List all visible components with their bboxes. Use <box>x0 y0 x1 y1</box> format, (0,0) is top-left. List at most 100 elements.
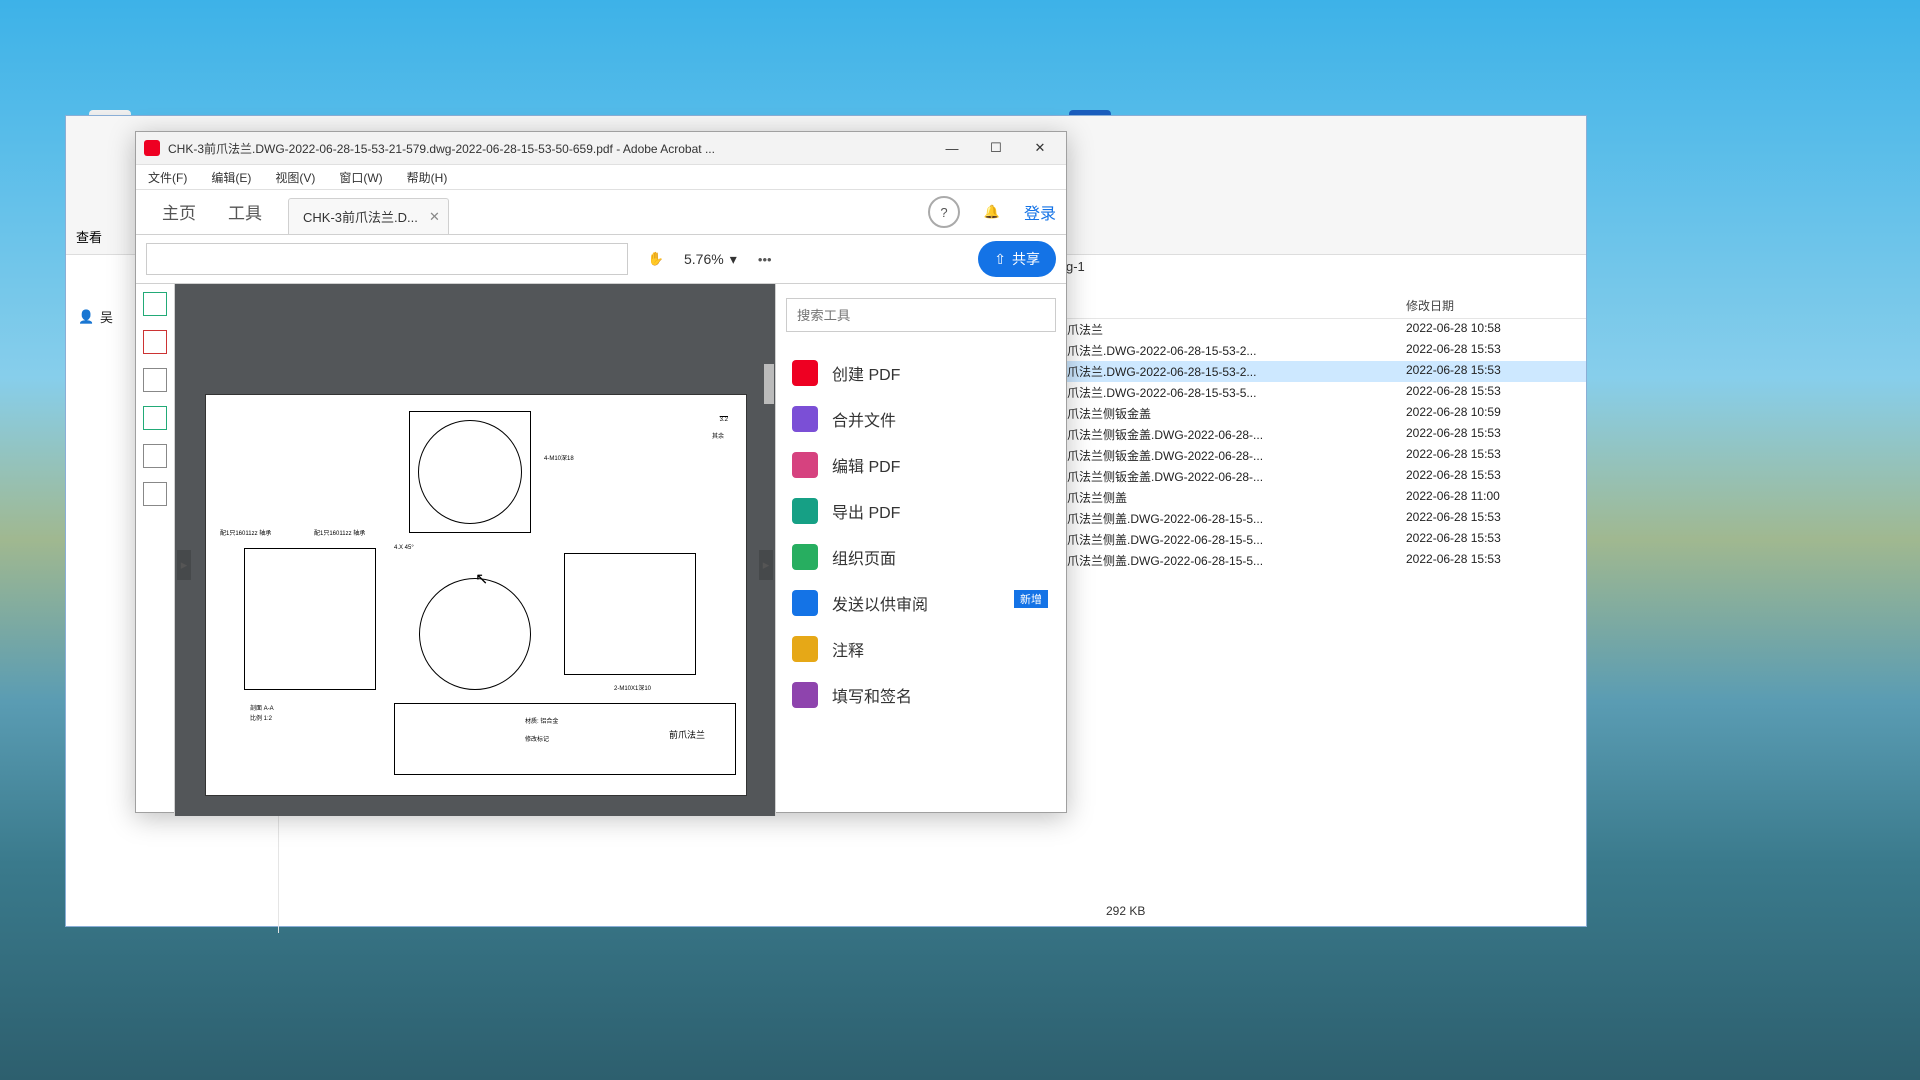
tool-item[interactable]: 发送以供审阅 新增 <box>786 580 1056 626</box>
find-input[interactable] <box>146 243 628 275</box>
chevron-down-icon: ▾ <box>730 251 737 268</box>
close-button[interactable]: ✕ <box>1018 132 1062 164</box>
bell-icon[interactable]: 🔔 <box>978 198 1006 226</box>
expand-right-icon[interactable]: ▸ <box>759 550 773 580</box>
zoom-value: 5.76% <box>684 251 724 267</box>
rail-icon-6[interactable] <box>143 482 167 506</box>
file-date: 2022-06-28 15:53 <box>1406 531 1586 548</box>
tool-label: 注释 <box>832 637 864 661</box>
file-date: 2022-06-28 15:53 <box>1406 426 1586 443</box>
hand-tool-icon[interactable]: ✋ <box>642 245 670 273</box>
tool-item[interactable]: 导出 PDF <box>786 488 1056 534</box>
tool-icon <box>792 590 818 616</box>
tool-item[interactable]: 创建 PDF <box>786 350 1056 396</box>
menu-window[interactable]: 窗口(W) <box>333 167 388 188</box>
tool-item[interactable]: 合并文件 <box>786 396 1056 442</box>
menu-edit[interactable]: 编辑(E) <box>205 167 257 188</box>
tool-item[interactable]: 组织页面 <box>786 534 1056 580</box>
tool-item[interactable]: 编辑 PDF <box>786 442 1056 488</box>
maximize-button[interactable]: ☐ <box>974 132 1018 164</box>
part-name: 前爪法兰 <box>669 728 705 741</box>
user-icon: 👤 <box>78 309 94 325</box>
new-badge: 新增 <box>1014 590 1048 608</box>
tab-document-label: CHK-3前爪法兰.D... <box>303 210 418 225</box>
login-link[interactable]: 登录 <box>1024 200 1056 224</box>
technical-drawing: 4-M10深18 3.2 其余 配1只16011zz 轴承 配1只16011zz… <box>214 403 738 787</box>
file-date: 2022-06-28 15:53 <box>1406 363 1586 380</box>
tabbar: 主页 工具 CHK-3前爪法兰.D... ✕ ? 🔔 登录 <box>136 190 1066 235</box>
file-date: 2022-06-28 15:53 <box>1406 447 1586 464</box>
tool-icon <box>792 544 818 570</box>
col-date[interactable]: 修改日期 <box>1406 297 1586 314</box>
help-icon[interactable]: ? <box>928 196 960 228</box>
tab-tools[interactable]: 工具 <box>212 189 278 234</box>
file-date: 2022-06-28 15:53 <box>1406 552 1586 569</box>
tool-label: 组织页面 <box>832 545 896 569</box>
rail-icon-1[interactable] <box>143 292 167 316</box>
tool-icon <box>792 498 818 524</box>
tool-item[interactable]: 注释 <box>786 626 1056 672</box>
minimize-button[interactable]: — <box>930 132 974 164</box>
rail-icon-2[interactable] <box>143 330 167 354</box>
menu-file[interactable]: 文件(F) <box>142 167 193 188</box>
tool-icon <box>792 682 818 708</box>
pdf-page: 4-M10深18 3.2 其余 配1只16011zz 轴承 配1只16011zz… <box>205 394 747 796</box>
file-date: 2022-06-28 15:53 <box>1406 510 1586 527</box>
view-section <box>244 548 376 690</box>
file-date: 2022-06-28 15:53 <box>1406 468 1586 485</box>
toolbar: ✋ 5.76% ▾ ••• ⇧ 共享 <box>136 235 1066 284</box>
material-label: 材质: 铝合金 <box>525 716 558 725</box>
bearing-note-1: 配1只16011zz 轴承 <box>220 528 271 537</box>
menu-view[interactable]: 视图(V) <box>269 167 321 188</box>
revision-label: 修改标记 <box>525 734 549 743</box>
tool-label: 填写和签名 <box>832 683 912 707</box>
tab-document[interactable]: CHK-3前爪法兰.D... ✕ <box>288 198 449 234</box>
rail-icon-3[interactable] <box>143 368 167 392</box>
tab-close-icon[interactable]: ✕ <box>429 209 440 225</box>
tool-item[interactable]: 填写和签名 <box>786 672 1056 718</box>
tools-search-input[interactable] <box>786 298 1056 332</box>
tool-label: 发送以供审阅 <box>832 591 928 615</box>
callout-holes: 4-M10深18 <box>544 453 574 462</box>
breadcrumb-text: g-1 <box>1066 259 1085 274</box>
share-button[interactable]: ⇧ 共享 <box>978 241 1056 277</box>
status-size: 292 KB <box>1106 904 1145 918</box>
document-viewport[interactable]: ▸ ▸ 4-M10深18 3.2 其余 配1只16011zz 轴承 配1只160… <box>175 284 775 816</box>
tool-icon <box>792 406 818 432</box>
rail-icon-5[interactable] <box>143 444 167 468</box>
tab-home[interactable]: 主页 <box>146 189 212 234</box>
file-date: 2022-06-28 10:58 <box>1406 321 1586 338</box>
file-date: 2022-06-28 15:53 <box>1406 384 1586 401</box>
scrollbar-thumb[interactable] <box>764 364 774 404</box>
share-icon: ⇧ <box>994 251 1006 268</box>
tools-panel: 创建 PDF 合并文件编辑 PDF 导出 PDF 组织页面发送以供审阅 新增注释填写和签… <box>775 284 1066 816</box>
tool-icon <box>792 636 818 662</box>
view-right <box>564 553 696 675</box>
acrobat-icon <box>144 140 160 156</box>
sidebar-user-label: 吴 <box>100 307 113 326</box>
menu-help[interactable]: 帮助(H) <box>401 167 454 188</box>
view-top <box>409 411 531 533</box>
tool-icon <box>792 360 818 386</box>
tool-icon <box>792 452 818 478</box>
menubar: 文件(F) 编辑(E) 视图(V) 窗口(W) 帮助(H) <box>136 165 1066 190</box>
thread-note: 2-M10X1深10 <box>614 683 651 692</box>
titlebar[interactable]: CHK-3前爪法兰.DWG-2022-06-28-15-53-21-579.dw… <box>136 132 1066 165</box>
ribbon-view-tab[interactable]: 查看 <box>76 227 102 246</box>
circle-outline <box>418 420 522 524</box>
note-rest: 其余 <box>712 431 724 440</box>
acrobat-window: CHK-3前爪法兰.DWG-2022-06-28-15-53-21-579.dw… <box>135 131 1067 813</box>
chamfer-note: 4.X 45° <box>394 545 414 551</box>
bearing-note-2: 配1只16011zz 轴承 <box>314 528 365 537</box>
tool-label: 创建 PDF <box>832 361 900 385</box>
expand-left-icon[interactable]: ▸ <box>177 550 191 580</box>
section-label: 剖面 A-A <box>250 703 274 712</box>
zoom-control[interactable]: 5.76% ▾ <box>684 251 737 268</box>
more-icon[interactable]: ••• <box>751 245 779 273</box>
share-label: 共享 <box>1012 249 1040 269</box>
left-rail <box>136 284 175 816</box>
tool-label: 编辑 PDF <box>832 453 900 477</box>
window-title: CHK-3前爪法兰.DWG-2022-06-28-15-53-21-579.dw… <box>168 140 930 157</box>
file-date: 2022-06-28 15:53 <box>1406 342 1586 359</box>
rail-icon-4[interactable] <box>143 406 167 430</box>
